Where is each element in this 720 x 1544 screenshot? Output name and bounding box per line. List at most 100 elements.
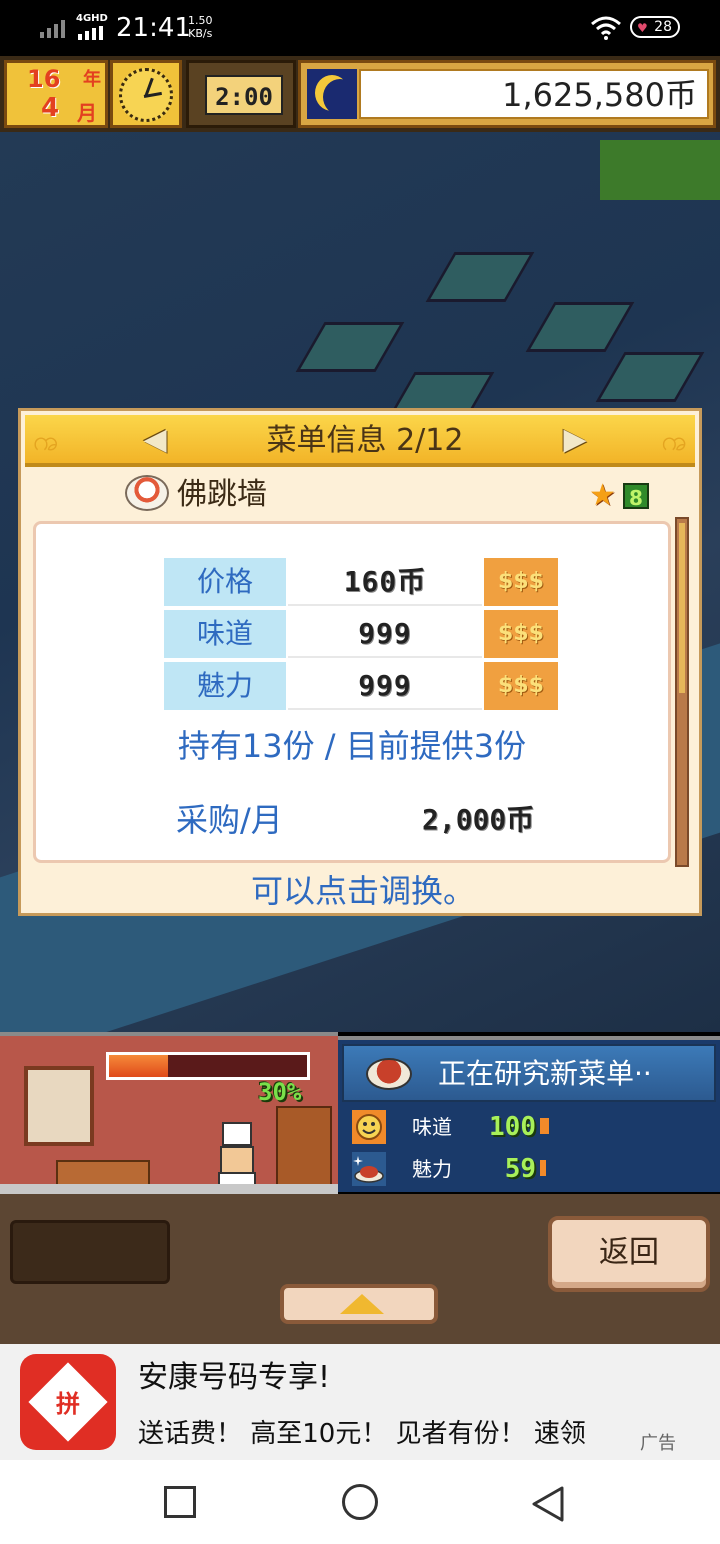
dish-title-row: 佛跳墙 ★ 8	[121, 473, 661, 517]
system-nav-bar	[0, 1460, 720, 1544]
ad-title[interactable]: 安康号码专享!	[138, 1358, 330, 1398]
star-level: 8	[623, 483, 649, 510]
smiley-icon	[352, 1110, 386, 1144]
battery-level: 28	[654, 19, 672, 35]
stat-row-appeal: 魅力 999 $$$	[164, 662, 560, 714]
recent-apps-button[interactable]	[164, 1486, 196, 1518]
research-row-appeal: 魅力 59	[342, 1150, 716, 1190]
swirl-ornament-icon: ꩠ	[33, 424, 59, 457]
network-speed: 1.50 KB/s	[188, 14, 213, 40]
date-panel[interactable]: 16 年 4 月	[4, 60, 108, 128]
research-stat-bar	[540, 1160, 546, 1176]
year-label: 年	[83, 69, 101, 90]
clock-icon[interactable]	[110, 60, 182, 128]
chef-hat	[222, 1122, 252, 1146]
dish-info-panel[interactable]: 价格 160币 $$$ 味道 999 $$$ 魅力 999 $$$ 持有13份 …	[33, 521, 671, 863]
moon-icon	[307, 69, 357, 119]
chevron-up-icon	[340, 1294, 384, 1314]
research-panel: 正在研究新菜单·· 味道 100 魅力 59	[338, 1036, 720, 1192]
ad-app-logo[interactable]: 拼	[20, 1354, 116, 1450]
progress-fill	[109, 1055, 169, 1077]
research-stat-bar	[540, 1118, 549, 1134]
kitchen-shelf	[276, 1106, 332, 1192]
star-icon: ★	[589, 478, 616, 513]
stat-row-price: 价格 160币 $$$	[164, 558, 560, 610]
dish-icon	[125, 475, 169, 511]
sparkle-dish-icon	[352, 1152, 386, 1186]
stats-table: 价格 160币 $$$ 味道 999 $$$ 魅力 999 $$$	[164, 558, 560, 714]
scene-garden	[600, 140, 720, 200]
dialog-title: 菜单信息 2/12	[266, 423, 464, 458]
research-stat-value: 59	[504, 1154, 536, 1184]
research-stat-value: 100	[489, 1112, 536, 1142]
signal-strength-icon	[78, 26, 103, 40]
game-time: 2:00	[205, 75, 283, 115]
expand-up-button[interactable]	[280, 1284, 438, 1324]
speed-unit: KB/s	[188, 27, 213, 40]
research-title: 正在研究新菜单··	[438, 1057, 652, 1090]
back-nav-icon[interactable]	[528, 1484, 568, 1524]
purchase-value: 2,000币	[422, 803, 535, 836]
month-value: 4	[41, 93, 60, 123]
coin-rating-icon: $$$	[484, 662, 558, 710]
research-row-taste: 味道 100	[342, 1108, 716, 1148]
scene-table	[295, 322, 405, 372]
wifi-icon	[591, 16, 621, 40]
scene-table	[525, 302, 635, 352]
prev-arrow-icon[interactable]: ◀	[141, 421, 169, 459]
progress-percent: 30%	[258, 1078, 302, 1106]
scene-table	[595, 352, 705, 402]
status-time: 21:41	[116, 13, 191, 43]
stat-label: 价格	[164, 558, 286, 606]
ad-banner[interactable]: 拼 安康号码专享! 送话费！ 高至10元！ 见者有份！ 速领 广告	[0, 1344, 720, 1460]
heart-icon: ♥	[637, 21, 648, 35]
purchase-label: 采购/月	[176, 801, 283, 839]
kitchen-view[interactable]: 30%	[0, 1032, 338, 1208]
stat-value: 160币	[288, 558, 482, 606]
scene-table	[425, 252, 535, 302]
stat-value: 999	[288, 610, 482, 658]
research-dish-icon	[366, 1058, 412, 1090]
dialog-hint: 可以点击调换。	[250, 872, 475, 910]
signal-icon	[40, 20, 65, 38]
swirl-ornament-icon: ꩠ	[661, 424, 687, 457]
coin-rating-icon: $$$	[484, 558, 558, 606]
speed-value: 1.50	[188, 14, 213, 27]
dialog-header: ꩠ ◀ 菜单信息 2/12 ▶ ꩠ	[25, 415, 695, 467]
research-progress-bar	[106, 1052, 310, 1080]
network-type: 4GHD	[76, 13, 108, 24]
ad-label: 广告	[640, 1433, 676, 1454]
dish-rank: ★ 8	[589, 479, 649, 513]
research-header: 正在研究新菜单··	[342, 1044, 716, 1102]
research-stat-label: 味道	[412, 1115, 452, 1139]
game-hud: 16 年 4 月 2:00 1,625,580币	[0, 56, 720, 132]
back-button[interactable]: 返回	[548, 1216, 710, 1292]
empty-slot	[10, 1220, 170, 1284]
home-button[interactable]	[342, 1484, 378, 1520]
next-arrow-icon[interactable]: ▶	[561, 421, 589, 459]
dialog-scrollbar[interactable]	[675, 517, 689, 867]
stat-label: 魅力	[164, 662, 286, 710]
month-label: 月	[77, 101, 97, 125]
status-bar: 4GHD 21:41 1.50 KB/s ♥ 28	[0, 0, 720, 56]
money-panel: 1,625,580币	[298, 60, 716, 128]
chef-head	[220, 1146, 254, 1174]
menu-info-dialog: ꩠ ◀ 菜单信息 2/12 ▶ ꩠ 佛跳墙 ★ 8 价格 160币 $$$ 味道…	[18, 408, 702, 916]
stock-info: 持有13份 / 目前提供3份	[177, 727, 527, 765]
kitchen-window	[24, 1066, 94, 1146]
stat-row-taste: 味道 999 $$$	[164, 610, 560, 662]
money-amount: 1,625,580币	[502, 76, 697, 114]
stat-label: 味道	[164, 610, 286, 658]
bottom-controls: 返回	[0, 1194, 720, 1344]
year-value: 16	[27, 65, 61, 93]
money-box: 1,625,580币	[359, 69, 709, 119]
stat-value: 999	[288, 662, 482, 710]
ad-text[interactable]: 送话费！ 高至10元！ 见者有份！ 速领	[138, 1416, 586, 1452]
battery-indicator: ♥ 28	[630, 16, 680, 38]
research-stat-label: 魅力	[412, 1157, 452, 1181]
coin-rating-icon: $$$	[484, 610, 558, 658]
time-panel: 2:00	[186, 60, 296, 128]
logo-glyph: 拼	[56, 1390, 80, 1418]
scrollbar-thumb[interactable]	[679, 523, 685, 693]
dish-name: 佛跳墙	[177, 477, 267, 512]
